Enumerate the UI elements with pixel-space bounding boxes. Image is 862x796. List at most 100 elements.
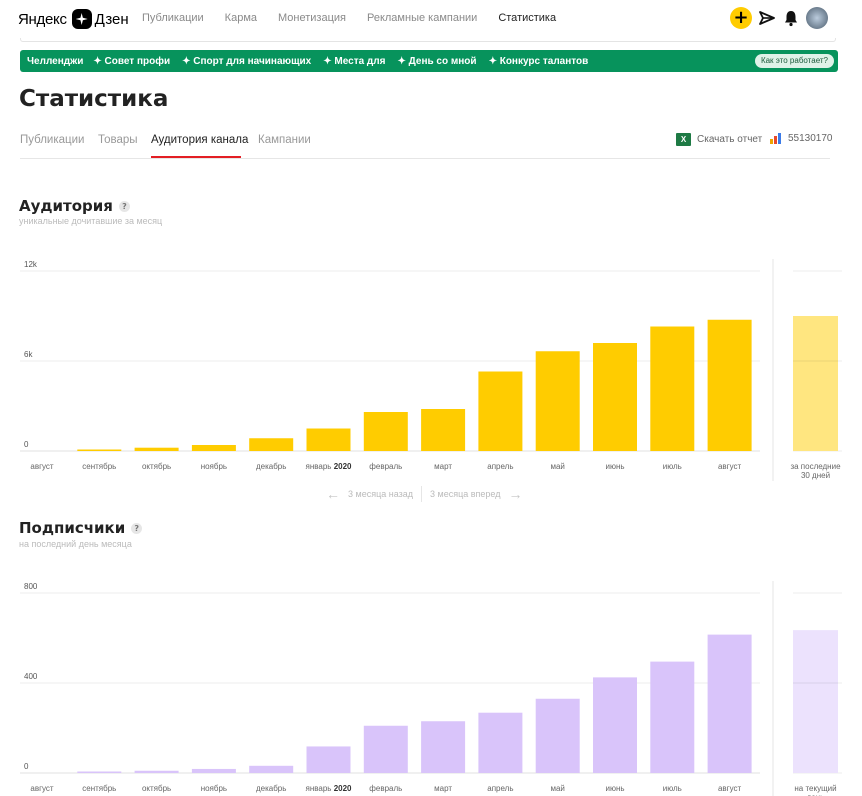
chart-bar — [650, 326, 695, 451]
x-tick-label: декабрь — [256, 784, 286, 793]
chart-bar — [535, 351, 580, 451]
nav-statistics[interactable]: Статистика — [498, 12, 556, 24]
help-icon[interactable]: ? — [131, 523, 143, 534]
page-title: Статистика — [19, 86, 169, 112]
x-tick-label: март — [434, 462, 452, 471]
counter-id-value: 55130170 — [788, 133, 833, 144]
header-divider — [20, 38, 836, 42]
y-tick-label: 0 — [24, 762, 29, 771]
metrika-icon — [770, 133, 782, 144]
chart-bar — [306, 746, 351, 773]
nav-karma[interactable]: Карма — [225, 12, 257, 24]
tab-campaigns[interactable]: Кампании — [258, 134, 311, 146]
help-icon[interactable]: ? — [118, 201, 130, 212]
chart-bar — [707, 319, 752, 451]
challenge-item[interactable]: ✦ День со мной — [397, 56, 476, 67]
counter-id[interactable]: 55130170 — [770, 133, 833, 144]
logo-zen-text: Дзен — [94, 10, 129, 28]
download-report-label: Скачать отчет — [697, 134, 763, 145]
tab-goods[interactable]: Товары — [98, 134, 138, 146]
x-tick-label: сентябрь — [82, 784, 116, 793]
chart-bar — [191, 768, 236, 773]
x-tick-label: январь 2020 — [305, 784, 352, 793]
chart-bar — [707, 634, 752, 773]
subscribers-bar-chart: 0 400 800 август сентябрь октябрь ноябрь декабр… — [20, 581, 842, 796]
tab-channel-audience[interactable]: Аудитория канала — [151, 134, 248, 146]
chart-bar — [363, 725, 408, 773]
pager-forward-button[interactable]: 3 месяца вперед — [430, 489, 500, 499]
x-tick-label: апрель — [487, 462, 513, 471]
logo-yandex-text: Яндекс — [18, 10, 67, 28]
x-tick-label: октябрь — [142, 784, 171, 793]
audience-title: Аудитория? — [19, 197, 130, 215]
bell-icon[interactable] — [782, 9, 800, 27]
y-tick-label: 400 — [24, 672, 38, 681]
chart-bar — [593, 343, 637, 451]
chart-bar — [535, 698, 580, 773]
chart-bar — [191, 445, 236, 451]
chart-bar — [650, 661, 695, 773]
active-tab-indicator — [151, 156, 241, 158]
chart-bar — [249, 765, 294, 773]
x-tick-label: ноябрь — [201, 784, 227, 793]
nav-monetization[interactable]: Монетизация — [278, 12, 346, 24]
zen-logo-icon — [71, 9, 92, 29]
side-bar-label: на текущий — [794, 784, 836, 793]
excel-icon: X — [676, 133, 691, 146]
create-plus-button[interactable]: + — [730, 7, 752, 29]
challenge-item[interactable]: ✦ Совет профи — [93, 56, 170, 67]
x-tick-label: октябрь — [142, 462, 171, 471]
nav-publications[interactable]: Публикации — [142, 12, 204, 24]
avatar[interactable] — [806, 7, 828, 29]
x-tick-label: декабрь — [256, 462, 286, 471]
chart-bar — [134, 770, 179, 773]
y-tick-label: 6k — [24, 350, 33, 359]
send-icon[interactable] — [758, 9, 776, 27]
challenge-bar: Челленджи ✦ Совет профи ✦ Спорт для начи… — [20, 50, 838, 72]
x-tick-label: июль — [663, 784, 682, 793]
y-tick-label: 0 — [24, 440, 29, 449]
chart-bar — [593, 677, 637, 773]
x-tick-label: январь 2020 — [305, 462, 352, 471]
tab-publications[interactable]: Публикации — [20, 134, 84, 146]
header-actions: + — [722, 7, 862, 31]
chart-bar — [134, 447, 179, 451]
chart-bar — [249, 438, 294, 451]
side-bar — [793, 316, 838, 451]
chart-bar — [77, 771, 122, 773]
pager-divider — [421, 486, 422, 502]
x-tick-label: февраль — [369, 462, 402, 471]
chart-bar — [478, 712, 523, 773]
nav-ad-campaigns[interactable]: Рекламные кампании — [367, 12, 477, 24]
x-tick-label: июнь — [605, 462, 624, 471]
how-it-works-button[interactable]: Как это работает? — [754, 54, 834, 68]
subscribers-title-text: Подписчики — [19, 519, 126, 537]
challenge-item[interactable]: ✦ Спорт для начинающих — [182, 56, 311, 67]
main-nav: Публикации Карма Монетизация Рекламные к… — [142, 12, 577, 24]
x-tick-label: апрель — [487, 784, 513, 793]
side-bar-label: за последние — [790, 462, 841, 471]
x-tick-label: июль — [663, 462, 682, 471]
challenge-item[interactable]: ✦ Конкурс талантов — [489, 56, 589, 67]
x-tick-label: февраль — [369, 784, 402, 793]
download-report-button[interactable]: X Скачать отчет — [676, 133, 762, 146]
chart-bar — [306, 428, 351, 451]
chart-bar — [421, 409, 466, 451]
pager-back-button[interactable]: 3 месяца назад — [348, 489, 413, 499]
challenge-title[interactable]: Челленджи — [27, 56, 83, 67]
x-tick-label: ноябрь — [201, 462, 227, 471]
chart-bar — [363, 412, 408, 451]
x-tick-label: август — [30, 462, 54, 471]
audience-bar-chart: 0 6k 12k август сентябрь октябрь ноябрь декабрь… — [20, 259, 842, 481]
audience-title-text: Аудитория — [19, 197, 113, 215]
yandex-zen-logo[interactable]: Яндекс Дзен — [18, 9, 129, 29]
audience-subtitle: уникальные дочитавшие за месяц — [19, 216, 163, 226]
subscribers-title: Подписчики? — [19, 519, 143, 537]
challenge-item[interactable]: ✦ Места для — [323, 56, 385, 67]
x-tick-label: июнь — [605, 784, 624, 793]
x-tick-label: май — [550, 462, 564, 471]
x-tick-label: май — [550, 784, 564, 793]
arrow-left-icon[interactable]: ← — [326, 486, 340, 502]
arrow-right-icon[interactable]: → — [508, 486, 522, 502]
stats-tabs: Публикации Товары Аудитория канала Кампа… — [20, 133, 833, 159]
